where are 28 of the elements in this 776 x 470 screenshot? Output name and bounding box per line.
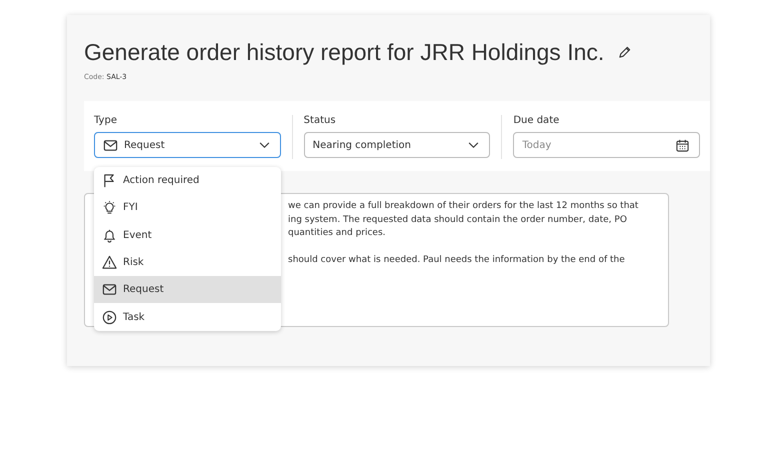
date-field[interactable]: Today xyxy=(513,132,700,158)
field-label: Due date xyxy=(513,115,560,126)
bell-icon xyxy=(102,228,117,243)
warning-icon xyxy=(102,255,117,270)
field-label: Type xyxy=(94,115,118,126)
chevron-down-icon xyxy=(258,142,270,148)
select-field[interactable]: Nearing completion xyxy=(304,132,490,158)
field-label: Status xyxy=(304,115,337,126)
menu-item[interactable]: Risk xyxy=(94,248,281,276)
description-text: quantities and prices. xyxy=(288,227,387,240)
menu-item[interactable]: Action required xyxy=(94,167,281,194)
menu-item[interactable]: Request xyxy=(94,276,281,304)
description-text: should cover what is needed. Paul needs the information by the end of the xyxy=(288,254,626,267)
description-text: we can provide a full breakdown of their orders for the last 12 months so that xyxy=(288,200,640,213)
envelope-icon xyxy=(102,282,117,298)
play-circle-icon xyxy=(102,310,117,325)
menu-item[interactable]: Task xyxy=(94,303,281,331)
description-text: ing system. The requested data should contain the order number, date, PO xyxy=(288,214,628,227)
lightbulb-icon xyxy=(102,200,117,216)
flag-icon xyxy=(102,173,117,188)
select-field[interactable]: Request xyxy=(94,132,281,158)
calendar-icon xyxy=(676,138,690,152)
menu-item[interactable]: FYI xyxy=(94,194,281,222)
edit-icon[interactable] xyxy=(618,46,632,58)
page-title: Generate order history report for JRR Holdings Inc. xyxy=(84,38,604,67)
chevron-down-icon xyxy=(468,142,480,148)
envelope-icon xyxy=(103,138,118,152)
menu-item[interactable]: Event xyxy=(94,222,281,249)
